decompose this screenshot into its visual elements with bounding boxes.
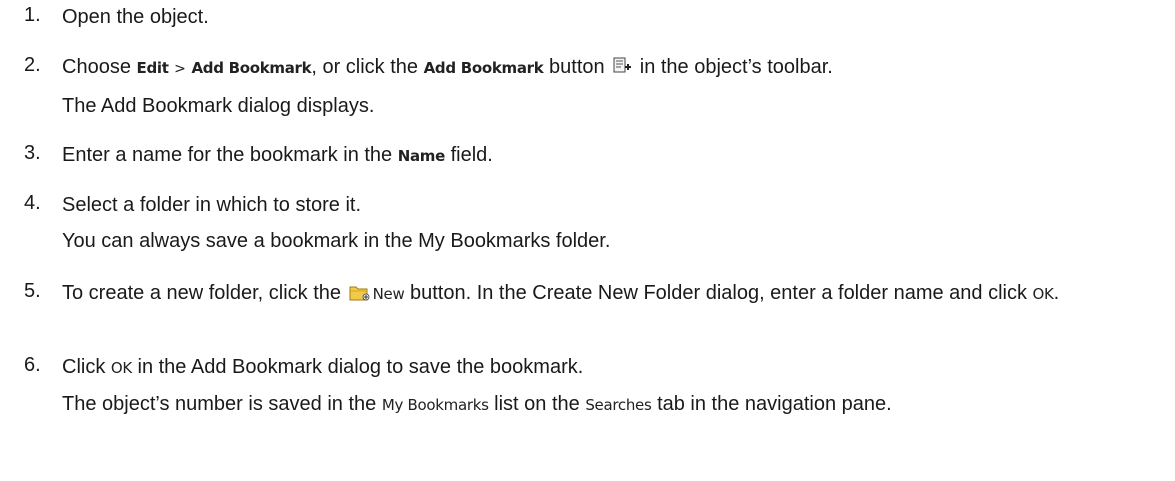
my-bookmarks-list-label: My Bookmarks (381, 396, 489, 414)
step-result: The object’s number is saved in the My B… (62, 393, 892, 415)
new-folder-icon (349, 283, 371, 309)
step-text: Enter a name for the bookmark in the Nam… (62, 144, 493, 166)
ok-button-label: OK (1032, 285, 1054, 303)
step-number: 4. (24, 192, 41, 214)
step-text: To create a new folder, click the New bu… (62, 280, 1162, 309)
ok-button-label: OK (110, 359, 132, 377)
menu-separator: > (174, 61, 186, 77)
step-text: Click OK in the Add Bookmark dialog to s… (62, 356, 584, 378)
step-6: 6. Click OK in the Add Bookmark dialog t… (0, 354, 1162, 418)
step-text: Open the object. (62, 6, 209, 28)
step-4: 4. Select a folder in which to store it.… (0, 192, 610, 254)
new-button-label: New (372, 285, 405, 303)
step-5: 5. To create a new folder, click the New… (0, 280, 1162, 309)
step-number: 1. (24, 4, 41, 26)
step-3: 3. Enter a name for the bookmark in the … (0, 142, 493, 169)
step-2: 2. Choose Edit > Add Bookmark, or click … (0, 54, 833, 119)
step-number: 2. (24, 54, 41, 76)
step-1: 1. Open the object. (0, 4, 209, 30)
add-bookmark-button-label: Add Bookmark (423, 59, 544, 77)
add-bookmark-icon (612, 56, 632, 83)
step-number: 6. (24, 354, 41, 376)
step-text: Choose Edit > Add Bookmark, or click the… (62, 54, 833, 83)
step-note: You can always save a bookmark in the My… (62, 230, 611, 252)
menu-edit: Edit (136, 59, 169, 77)
field-name-label: Name (397, 147, 446, 165)
step-result: The Add Bookmark dialog displays. (62, 95, 375, 117)
step-number: 5. (24, 280, 41, 302)
step-number: 3. (24, 142, 41, 164)
step-text: Select a folder in which to store it. (62, 194, 362, 216)
menu-add-bookmark: Add Bookmark (191, 59, 312, 77)
searches-tab-label: Searches (585, 396, 652, 414)
